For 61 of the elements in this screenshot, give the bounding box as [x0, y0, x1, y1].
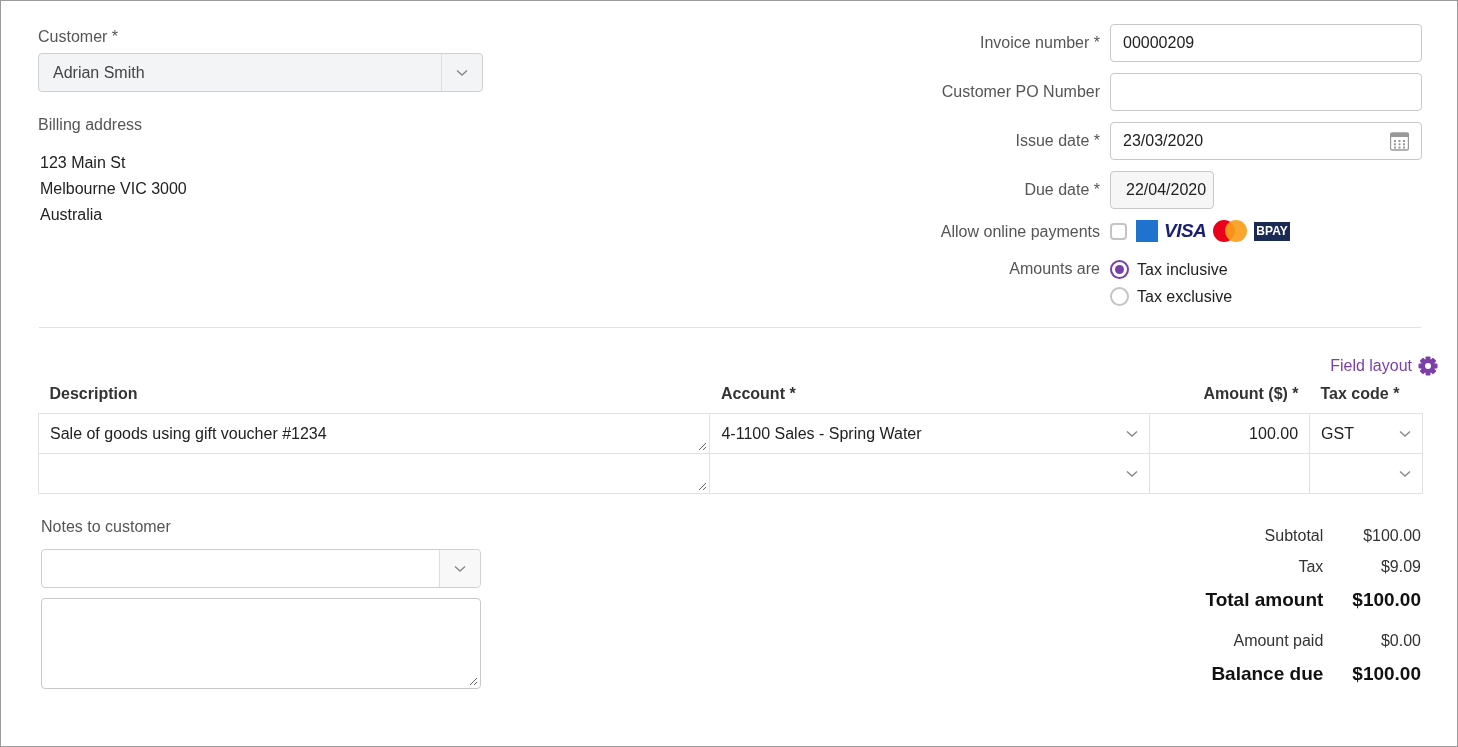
- calendar-icon: [1390, 131, 1409, 151]
- total-value: $100.00: [1352, 663, 1421, 686]
- total-value: $9.09: [1379, 558, 1421, 577]
- notes-template-select[interactable]: [41, 549, 481, 588]
- field-label: Invoice number *: [978, 34, 1100, 52]
- resize-grip-icon: [698, 482, 708, 491]
- bpay-logo: BPAY: [1254, 221, 1290, 241]
- online-payments-checkbox[interactable]: [1110, 222, 1127, 240]
- description-field[interactable]: Sale of goods using gift voucher #1234: [38, 413, 710, 454]
- issue-date-field[interactable]: 23/03/2020: [1110, 122, 1422, 160]
- chevron-down-icon: [454, 564, 466, 573]
- invoice-number-field[interactable]: 00000209: [1110, 24, 1422, 62]
- address-line: 123 Main St: [40, 153, 127, 173]
- chevron-down-icon: [1126, 429, 1139, 438]
- amount-field[interactable]: [1149, 453, 1310, 494]
- total-value: $0.00: [1379, 632, 1421, 651]
- total-label: Subtotal: [1263, 527, 1324, 546]
- po-number-field[interactable]: [1110, 73, 1422, 111]
- amount-field[interactable]: 100.00: [1149, 413, 1310, 454]
- column-header: Amount ($) *: [1203, 385, 1299, 402]
- online-payments-label: Allow online payments: [940, 222, 1100, 241]
- total-label: Balance due: [1210, 663, 1324, 686]
- account-select[interactable]: 4-1100 Sales - Spring Water: [709, 413, 1150, 454]
- resize-grip-icon: [469, 677, 478, 686]
- radio-button[interactable]: [1110, 287, 1129, 306]
- address-line: Melbourne VIC 3000: [40, 179, 188, 199]
- total-value: $100.00: [1362, 527, 1421, 546]
- resize-grip-icon: [698, 442, 708, 451]
- radio-label[interactable]: Tax exclusive: [1137, 287, 1233, 306]
- total-label: Total amount: [1205, 589, 1324, 612]
- amounts-are-label: Amounts are: [1008, 260, 1100, 278]
- field-label: Issue date *: [1014, 132, 1100, 150]
- total-value: $100.00: [1352, 589, 1421, 612]
- notes-field[interactable]: [41, 598, 481, 689]
- tax-code-select[interactable]: [1309, 453, 1423, 494]
- field-layout-link[interactable]: Field layout: [1330, 356, 1438, 376]
- field-label: Due date *: [1023, 181, 1100, 199]
- chevron-down-icon: [1399, 469, 1411, 478]
- chevron-down-icon: [1126, 469, 1139, 478]
- settings-icon: [1418, 356, 1438, 376]
- amex-card-logo: [1136, 220, 1158, 242]
- total-label: Amount paid: [1232, 632, 1324, 651]
- column-header: Tax code *: [1320, 385, 1400, 402]
- field-label: Customer PO Number: [940, 83, 1100, 101]
- notes-label: Notes to customer: [41, 518, 172, 536]
- customer-label: Customer *: [38, 28, 120, 46]
- chevron-down-icon: [456, 68, 468, 77]
- tax-code-select[interactable]: GST: [1309, 413, 1423, 454]
- total-label: Tax: [1297, 558, 1324, 577]
- due-date-field[interactable]: 22/04/2020: [1110, 171, 1214, 209]
- chevron-down-icon: [1399, 429, 1411, 438]
- account-select[interactable]: [709, 453, 1150, 494]
- description-field[interactable]: [38, 453, 710, 494]
- visa-card-logo: VISA: [1164, 220, 1207, 242]
- radio-button[interactable]: [1110, 260, 1129, 279]
- column-header: Account *: [720, 385, 796, 402]
- address-line: Australia: [40, 205, 104, 225]
- radio-label[interactable]: Tax inclusive: [1137, 260, 1228, 279]
- mastercard-logo: [1212, 219, 1249, 243]
- billing-address-label: Billing address: [38, 116, 144, 134]
- column-header: Description: [49, 385, 138, 402]
